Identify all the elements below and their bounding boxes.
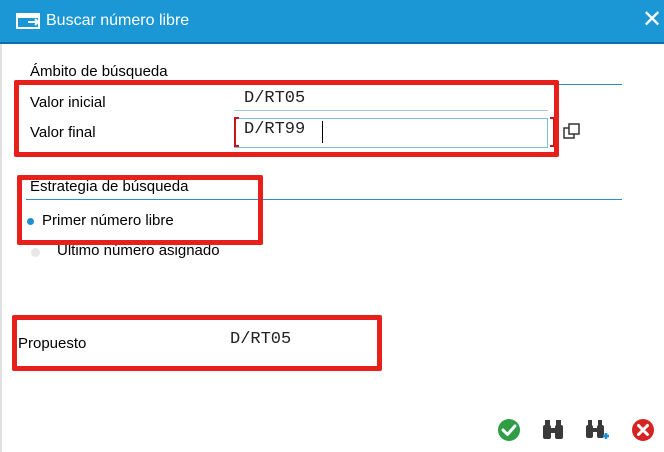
window-title: Buscar número libre [46, 12, 190, 29]
highlight-proposal [12, 315, 382, 371]
binoculars-plus-icon[interactable] [584, 417, 610, 443]
search-help-icon[interactable] [562, 122, 582, 140]
title-bar: Buscar número libre ✕ [0, 0, 664, 44]
radio-unselected-icon [31, 248, 40, 257]
highlight-strategy [17, 175, 263, 245]
binoculars-icon[interactable] [540, 417, 566, 443]
close-icon[interactable]: ✕ [640, 6, 664, 34]
search-scope-heading: Ámbito de búsqueda [30, 63, 168, 80]
cancel-icon[interactable] [630, 417, 656, 443]
highlight-scope [14, 80, 559, 157]
check-icon[interactable] [496, 417, 522, 443]
window-icon [16, 13, 41, 29]
